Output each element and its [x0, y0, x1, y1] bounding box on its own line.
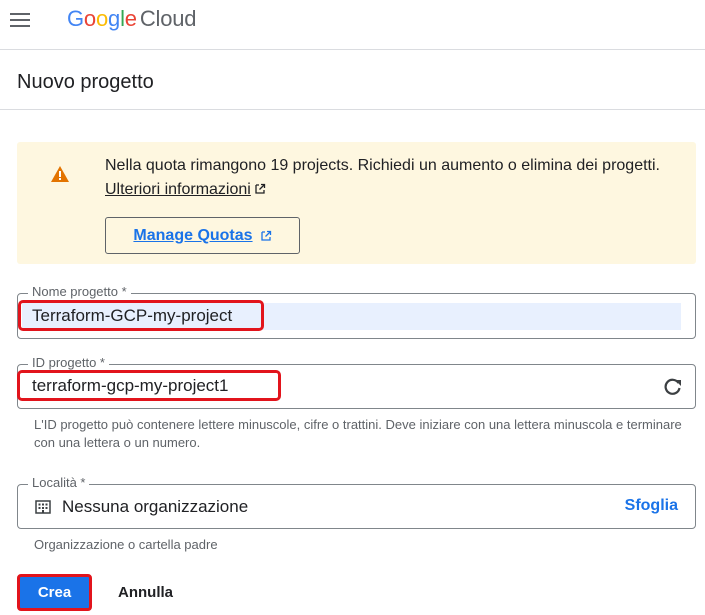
warning-icon — [51, 166, 69, 182]
project-name-field[interactable]: Nome progetto * Terraform-GCP-my-project — [17, 284, 696, 339]
refresh-icon[interactable] — [663, 377, 683, 397]
project-id-helper-text: L'ID progetto può contenere lettere minu… — [34, 417, 682, 450]
project-id-field[interactable]: ID progetto * terraform-gcp-my-project1 — [17, 355, 696, 409]
hamburger-menu-icon[interactable] — [10, 10, 34, 30]
manage-quotas-button[interactable]: Manage Quotas — [105, 217, 300, 254]
external-link-icon — [255, 183, 265, 194]
browse-button[interactable]: Sfoglia — [625, 497, 678, 515]
cancel-button[interactable]: Annulla — [118, 584, 173, 601]
quota-warning-text: Nella quota rimangono 19 projects. Richi… — [105, 157, 660, 198]
external-link-icon — [260, 230, 271, 241]
organization-icon — [35, 500, 51, 514]
project-name-label: Nome progetto * — [28, 284, 131, 299]
page-header: Nuovo progetto — [0, 51, 705, 110]
location-value: Nessuna organizzazione — [62, 497, 249, 516]
annotation-highlight-box — [17, 370, 281, 401]
location-field[interactable]: Località * Nessuna organizzazione Sfogli… — [17, 475, 696, 529]
project-id-label: ID progetto * — [28, 355, 109, 370]
location-helper-text: Organizzazione o cartella padre — [34, 537, 218, 552]
top-app-bar: Google Cloud — [0, 0, 705, 50]
learn-more-link[interactable]: Ulteriori informazioni — [105, 181, 251, 198]
create-button[interactable]: Crea — [17, 574, 92, 611]
annotation-highlight-box — [18, 300, 264, 331]
location-label: Località * — [28, 475, 90, 490]
google-cloud-logo[interactable]: Google Cloud — [67, 6, 196, 32]
quota-warning-banner: Nella quota rimangono 19 projects. Richi… — [17, 142, 696, 264]
page-title: Nuovo progetto — [17, 71, 154, 93]
